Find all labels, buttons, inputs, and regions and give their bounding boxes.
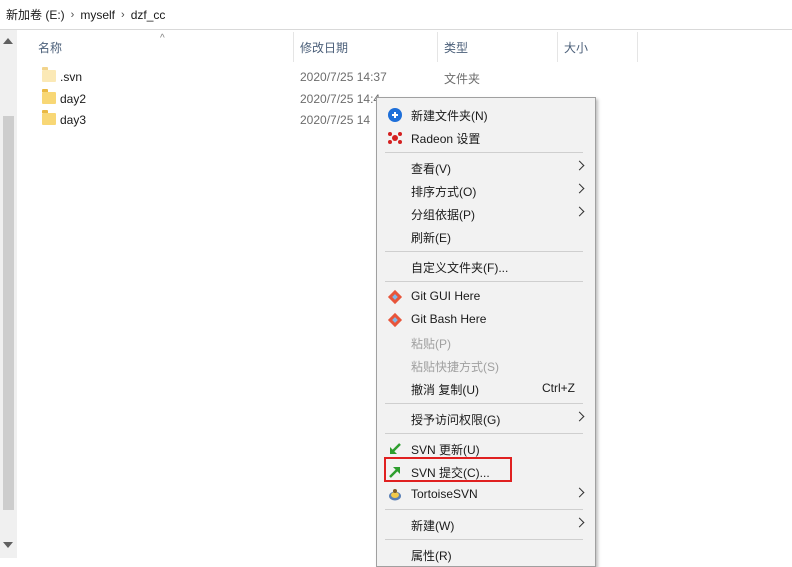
menu-item-git-bash[interactable]: Git Bash Here xyxy=(377,308,595,331)
menu-separator xyxy=(385,539,583,540)
file-row[interactable]: .svn 2020/7/25 14:37 文件夹 xyxy=(38,67,598,88)
column-header-size-label: 大小 xyxy=(564,40,589,55)
menu-separator xyxy=(385,403,583,404)
submenu-arrow-icon xyxy=(574,183,585,194)
menu-item-label: 新建(W) xyxy=(411,519,455,533)
highlight-annotation-box xyxy=(384,457,512,482)
file-name: .svn xyxy=(60,70,83,84)
tortoisesvn-icon xyxy=(389,489,401,501)
menu-item-label: 分组依据(P) xyxy=(411,208,475,222)
menu-item-group[interactable]: 分组依据(P) xyxy=(377,202,595,225)
menu-item-view[interactable]: 查看(V) xyxy=(377,156,595,179)
breadcrumb-folder-current[interactable]: dzf_cc xyxy=(127,8,170,22)
folder-icon xyxy=(42,110,56,125)
radeon-icon xyxy=(388,132,402,144)
menu-item-customize-folder[interactable]: 自定义文件夹(F)... xyxy=(377,255,595,278)
submenu-arrow-icon xyxy=(574,411,585,422)
column-header-size[interactable]: 大小 xyxy=(558,32,638,62)
menu-separator xyxy=(385,251,583,252)
file-date: 2020/7/25 14:37 xyxy=(300,70,387,84)
breadcrumb-separator-icon[interactable]: › xyxy=(69,9,77,21)
menu-separator xyxy=(385,433,583,434)
file-name: day3 xyxy=(60,113,87,127)
menu-item-label: 排序方式(O) xyxy=(411,185,477,199)
git-icon xyxy=(387,312,403,328)
folder-icon xyxy=(42,67,56,82)
context-menu: 新建文件夹(N) Radeon 设置 查看(V) 排序方式(O) 分组依据(P)… xyxy=(376,97,596,567)
file-name: day2 xyxy=(60,92,87,106)
menu-item-label: 撤消 复制(U) xyxy=(411,383,479,397)
submenu-arrow-icon xyxy=(574,206,585,217)
column-header-type-label: 类型 xyxy=(444,40,469,55)
menu-item-new-folder[interactable]: 新建文件夹(N) xyxy=(377,103,595,126)
file-date: 2020/7/25 14:4 xyxy=(300,92,381,106)
breadcrumb: 新加卷 (E:) › myself › dzf_cc xyxy=(0,0,792,30)
menu-item-radeon[interactable]: Radeon 设置 xyxy=(377,126,595,149)
menu-item-label: Radeon 设置 xyxy=(411,132,481,146)
menu-item-label: 查看(V) xyxy=(411,162,451,176)
menu-item-properties[interactable]: 属性(R) xyxy=(377,543,595,566)
menu-item-label: 自定义文件夹(F)... xyxy=(411,261,509,275)
menu-item-sort[interactable]: 排序方式(O) xyxy=(377,179,595,202)
column-header-type[interactable]: 类型 xyxy=(438,32,558,62)
column-header-name-label: 名称 xyxy=(38,40,63,55)
submenu-arrow-icon xyxy=(574,160,585,171)
menu-item-label: 授予访问权限(G) xyxy=(411,413,501,427)
menu-item-label: Git Bash Here xyxy=(411,312,487,326)
menu-item-grant-access[interactable]: 授予访问权限(G) xyxy=(377,407,595,430)
breadcrumb-separator-icon[interactable]: › xyxy=(119,9,127,21)
column-header-name[interactable]: 名称 xyxy=(32,32,294,62)
menu-item-label: 属性(R) xyxy=(411,549,452,563)
menu-item-new[interactable]: 新建(W) xyxy=(377,513,595,536)
menu-item-refresh[interactable]: 刷新(E) xyxy=(377,225,595,248)
menu-item-paste: 粘贴(P) xyxy=(377,331,595,354)
git-icon xyxy=(387,289,403,305)
menu-separator xyxy=(385,509,583,510)
menu-item-shortcut: Ctrl+Z xyxy=(542,381,575,395)
menu-separator xyxy=(385,281,583,282)
scroll-down-icon[interactable] xyxy=(3,542,13,548)
submenu-arrow-icon xyxy=(574,487,585,498)
menu-item-label: SVN 更新(U) xyxy=(411,443,480,457)
menu-item-label: Git GUI Here xyxy=(411,289,481,303)
scrollbar-thumb[interactable] xyxy=(3,116,14,510)
submenu-arrow-icon xyxy=(574,517,585,528)
menu-item-label: 新建文件夹(N) xyxy=(411,109,488,123)
file-type: 文件夹 xyxy=(444,72,481,86)
scroll-up-icon[interactable] xyxy=(3,38,13,44)
column-header-modified[interactable]: 修改日期 xyxy=(294,32,438,62)
breadcrumb-folder-myself[interactable]: myself xyxy=(76,8,119,22)
menu-item-label: 刷新(E) xyxy=(411,231,451,245)
menu-item-label: TortoiseSVN xyxy=(411,487,478,501)
menu-item-paste-shortcut: 粘贴快捷方式(S) xyxy=(377,354,595,377)
menu-item-undo-copy[interactable]: 撤消 复制(U) Ctrl+Z xyxy=(377,377,595,400)
folder-icon xyxy=(42,89,56,104)
menu-item-tortoisesvn[interactable]: TortoiseSVN xyxy=(377,483,595,506)
menu-separator xyxy=(385,152,583,153)
column-header-modified-label: 修改日期 xyxy=(300,40,349,55)
new-folder-icon xyxy=(388,108,402,122)
menu-item-git-gui[interactable]: Git GUI Here xyxy=(377,285,595,308)
breadcrumb-drive[interactable]: 新加卷 (E:) xyxy=(2,6,69,23)
svn-update-icon xyxy=(390,443,401,454)
vertical-scrollbar[interactable] xyxy=(0,30,17,558)
file-date: 2020/7/25 14 xyxy=(300,113,371,127)
menu-item-label: 粘贴(P) xyxy=(411,337,451,351)
menu-item-label: 粘贴快捷方式(S) xyxy=(411,360,499,374)
